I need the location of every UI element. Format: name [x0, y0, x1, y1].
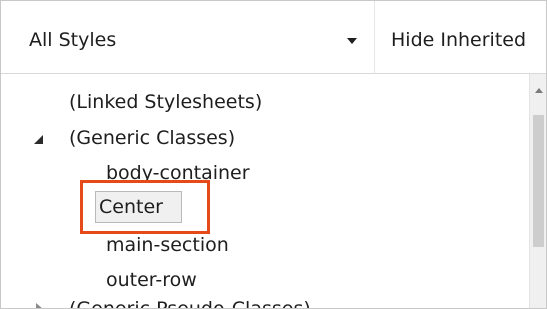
tree-item-center[interactable]: Center	[99, 195, 163, 219]
style-tree: (Linked Stylesheets) (Generic Classes) b…	[1, 74, 529, 308]
expanded-triangle-icon[interactable]	[34, 135, 43, 144]
tree-item-main-section[interactable]: main-section	[106, 233, 229, 257]
dropdown-arrow-icon	[347, 38, 357, 44]
scroll-thumb[interactable]	[533, 115, 544, 247]
vertical-scrollbar[interactable]	[529, 74, 546, 308]
style-filter-dropdown[interactable]: All Styles	[1, 1, 375, 73]
toolbar: All Styles Hide Inherited	[1, 1, 546, 74]
tree-item-outer-row[interactable]: outer-row	[106, 268, 197, 292]
style-filter-value: All Styles	[29, 29, 117, 51]
collapsed-triangle-icon[interactable]	[36, 303, 43, 308]
tree-item-generic-pseudo-classes[interactable]: (Generic Pseudo-Classes)	[69, 297, 311, 308]
tree-item-body-container[interactable]: body-container	[106, 161, 250, 185]
tree-item-generic-classes[interactable]: (Generic Classes)	[69, 126, 235, 150]
hide-inherited-button[interactable]: Hide Inherited	[383, 18, 536, 62]
tree-item-linked-stylesheets[interactable]: (Linked Stylesheets)	[69, 90, 262, 114]
styles-panel: All Styles Hide Inherited (Linked Styles…	[0, 0, 547, 309]
scroll-up-arrow-icon[interactable]	[535, 88, 543, 93]
